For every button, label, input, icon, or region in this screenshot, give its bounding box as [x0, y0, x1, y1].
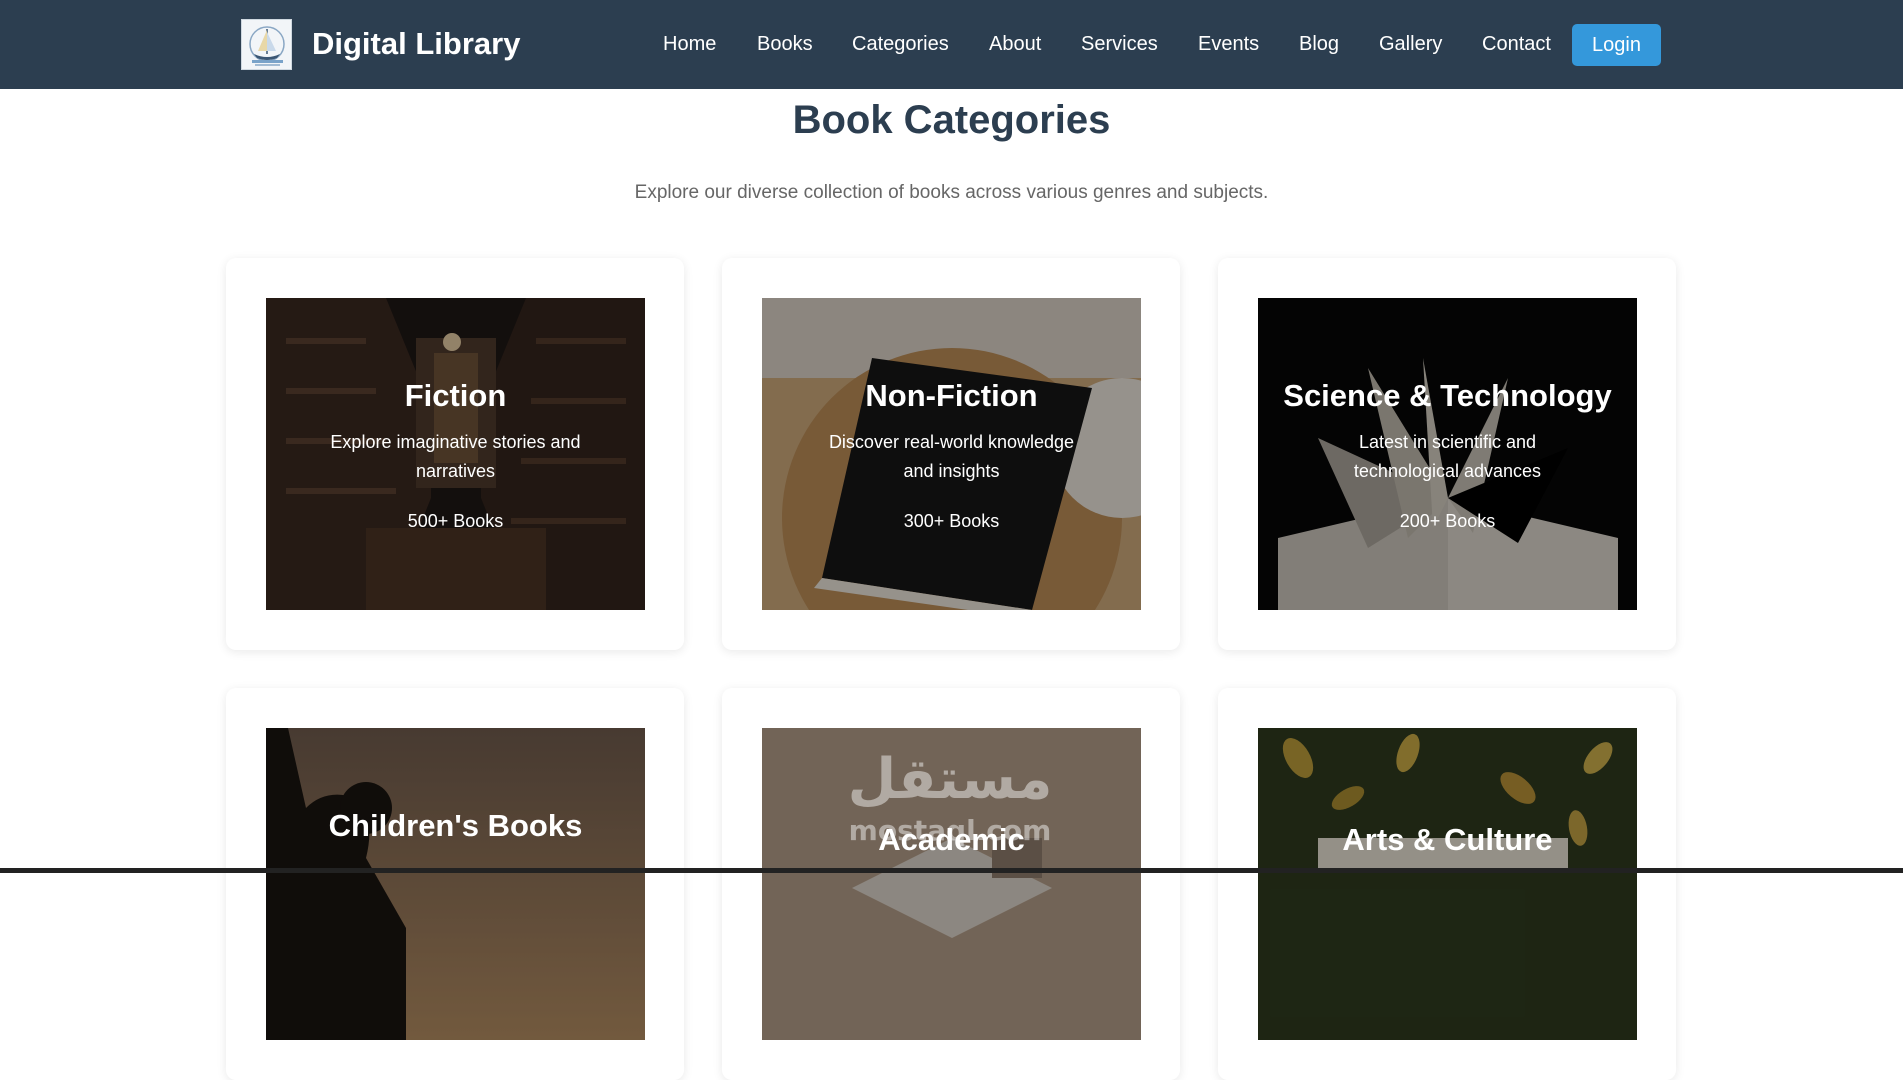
nav-about[interactable]: About	[989, 31, 1041, 57]
category-image-arts-culture: Arts & Culture	[1258, 728, 1637, 1040]
category-description: Explore imaginative stories and narrativ…	[330, 432, 581, 481]
category-image-non-fiction: Non-Fiction Discover real-world knowledg…	[762, 298, 1141, 610]
library-logo-icon[interactable]	[241, 19, 292, 70]
category-count: 200+ Books	[1399, 511, 1496, 531]
page-title: Book Categories	[792, 98, 1111, 142]
nav-categories[interactable]: Categories	[852, 31, 949, 57]
nav-gallery[interactable]: Gallery	[1379, 31, 1442, 57]
category-card-fiction[interactable]: Fiction Explore imaginative stories and …	[226, 258, 684, 650]
category-card-science-technology[interactable]: Science & Technology Latest in scientifi…	[1218, 258, 1676, 650]
category-image-science-technology: Science & Technology Latest in scientifi…	[1258, 298, 1637, 610]
category-title: Children's Books	[328, 808, 583, 843]
category-card-arts-culture[interactable]: Arts & Culture	[1218, 688, 1676, 1080]
category-count: 300+ Books	[903, 511, 1000, 531]
bottom-divider	[0, 868, 1903, 873]
top-navbar: Digital Library Home Books Categories Ab…	[0, 0, 1903, 89]
category-title: Fiction	[404, 378, 507, 413]
category-card-non-fiction[interactable]: Non-Fiction Discover real-world knowledg…	[722, 258, 1180, 650]
nav-books[interactable]: Books	[757, 31, 813, 57]
category-description: Discover real-world knowledge and insigh…	[828, 432, 1075, 481]
category-title: Non-Fiction	[865, 378, 1038, 413]
nav-blog[interactable]: Blog	[1299, 31, 1339, 57]
nav-home[interactable]: Home	[663, 31, 716, 57]
category-title: Arts & Culture	[1342, 822, 1553, 857]
category-description: Latest in scientific and technological a…	[1353, 432, 1542, 481]
category-count: 500+ Books	[407, 511, 504, 531]
category-card-academic[interactable]: Academic	[722, 688, 1180, 1080]
nav-services[interactable]: Services	[1081, 31, 1158, 57]
category-image-academic: Academic	[762, 728, 1141, 1040]
nav-events[interactable]: Events	[1198, 31, 1259, 57]
category-title: Science & Technology	[1283, 378, 1612, 413]
category-card-childrens-books[interactable]: Children's Books	[226, 688, 684, 1080]
brand-name[interactable]: Digital Library	[312, 26, 520, 62]
nav-contact[interactable]: Contact	[1482, 31, 1551, 57]
category-image-childrens-books: Children's Books	[266, 728, 645, 1040]
page-subtitle: Explore our diverse collection of books …	[634, 182, 1269, 203]
category-title: Academic	[878, 822, 1025, 857]
login-button[interactable]: Login	[1572, 24, 1661, 66]
category-image-fiction: Fiction Explore imaginative stories and …	[266, 298, 645, 610]
